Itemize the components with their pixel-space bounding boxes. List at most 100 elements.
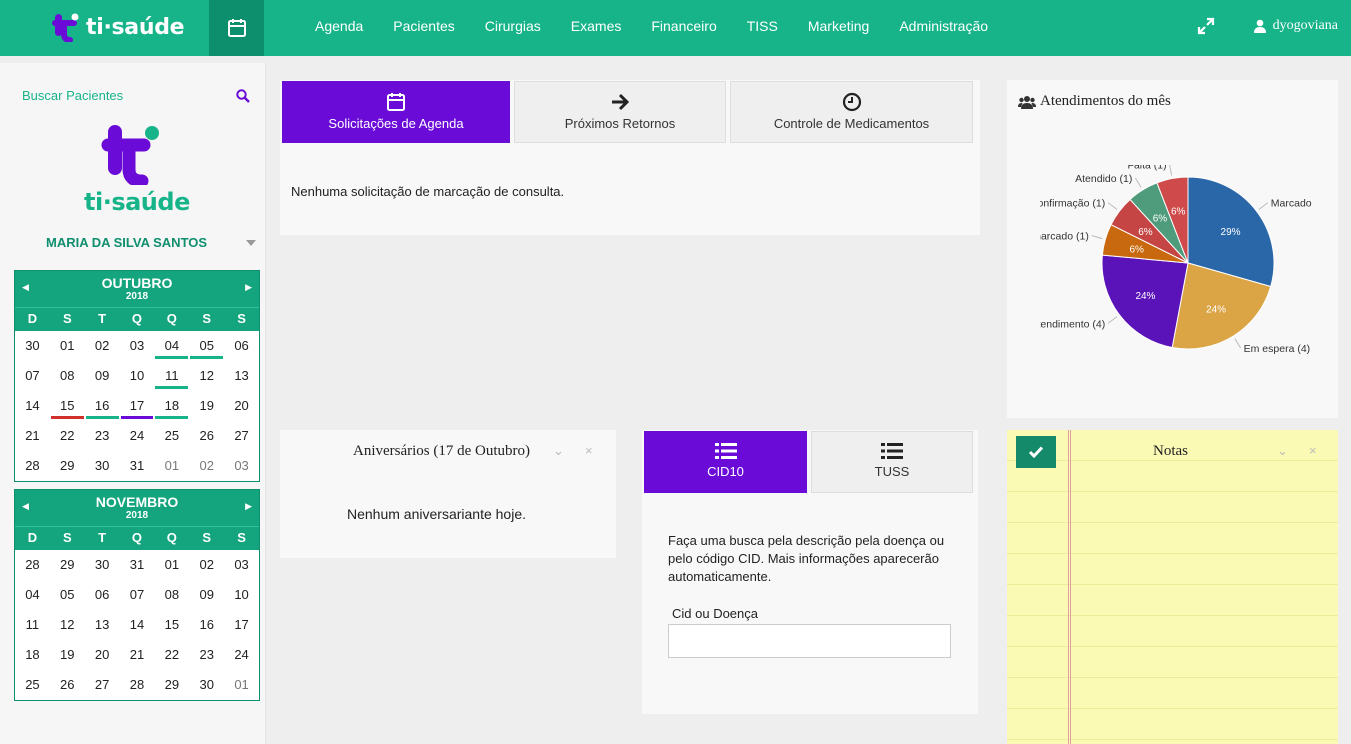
calendar-day[interactable]: 10 bbox=[120, 361, 155, 391]
calendar-day[interactable]: 06 bbox=[224, 331, 259, 361]
next-month-icon[interactable]: ▶ bbox=[245, 501, 252, 512]
calendar-day[interactable]: 03 bbox=[224, 451, 259, 481]
calendar-day[interactable]: 04 bbox=[154, 331, 189, 361]
search-label[interactable]: Buscar Pacientes bbox=[22, 88, 123, 103]
calendar-day[interactable]: 01 bbox=[224, 670, 259, 700]
calendar-day[interactable]: 09 bbox=[189, 580, 224, 610]
save-note-button[interactable] bbox=[1016, 436, 1056, 468]
calendar-day[interactable]: 20 bbox=[224, 391, 259, 421]
calendar-day[interactable]: 19 bbox=[189, 391, 224, 421]
calendar-day[interactable]: 28 bbox=[120, 670, 155, 700]
calendar-day[interactable]: 01 bbox=[154, 550, 189, 580]
calendar-day[interactable]: 13 bbox=[224, 361, 259, 391]
calendar-day[interactable]: 28 bbox=[15, 550, 50, 580]
user-menu[interactable]: dyogoviana bbox=[1253, 18, 1338, 34]
tab-cid10[interactable]: CID10 bbox=[644, 431, 807, 493]
calendar-day[interactable]: 08 bbox=[154, 580, 189, 610]
patient-selector[interactable]: MARIA DA SILVA SANTOS bbox=[46, 235, 256, 250]
calendar-day[interactable]: 17 bbox=[120, 391, 155, 421]
calendar-day[interactable]: 19 bbox=[50, 640, 85, 670]
calendar-day[interactable]: 01 bbox=[50, 331, 85, 361]
calendar-day[interactable]: 23 bbox=[85, 421, 120, 451]
calendar-day[interactable]: 22 bbox=[154, 640, 189, 670]
nav-item-marketing[interactable]: Marketing bbox=[793, 0, 884, 52]
calendar-day[interactable]: 05 bbox=[50, 580, 85, 610]
calendar-day[interactable]: 15 bbox=[50, 391, 85, 421]
calendar-day[interactable]: 02 bbox=[85, 331, 120, 361]
calendar-day[interactable]: 28 bbox=[15, 451, 50, 481]
calendar-day[interactable]: 03 bbox=[224, 550, 259, 580]
calendar-day[interactable]: 23 bbox=[189, 640, 224, 670]
calendar-day[interactable]: 31 bbox=[120, 550, 155, 580]
calendar-day[interactable]: 17 bbox=[224, 610, 259, 640]
nav-item-pacientes[interactable]: Pacientes bbox=[378, 0, 469, 52]
calendar-day[interactable]: 12 bbox=[189, 361, 224, 391]
close-icon[interactable]: × bbox=[1309, 443, 1317, 458]
calendar-day[interactable]: 18 bbox=[154, 391, 189, 421]
calendar-day[interactable]: 18 bbox=[15, 640, 50, 670]
nav-item-exames[interactable]: Exames bbox=[556, 0, 637, 52]
calendar-day[interactable]: 21 bbox=[15, 421, 50, 451]
calendar-day[interactable]: 05 bbox=[189, 331, 224, 361]
caret-down-icon[interactable] bbox=[246, 239, 256, 246]
search-icon[interactable] bbox=[236, 88, 250, 103]
calendar-day[interactable]: 31 bbox=[120, 451, 155, 481]
calendar-day[interactable]: 01 bbox=[154, 451, 189, 481]
calendar-day[interactable]: 07 bbox=[15, 361, 50, 391]
brand-logo[interactable]: ti·saúde bbox=[52, 10, 185, 44]
calendar-day[interactable]: 16 bbox=[85, 391, 120, 421]
calendar-day[interactable]: 09 bbox=[85, 361, 120, 391]
calendar-day[interactable]: 26 bbox=[189, 421, 224, 451]
nav-item-financeiro[interactable]: Financeiro bbox=[636, 0, 731, 52]
calendar-day[interactable]: 30 bbox=[15, 331, 50, 361]
calendar-day[interactable]: 25 bbox=[15, 670, 50, 700]
prev-month-icon[interactable]: ◀ bbox=[22, 501, 29, 512]
calendar-day[interactable]: 14 bbox=[120, 610, 155, 640]
calendar-day[interactable]: 20 bbox=[85, 640, 120, 670]
calendar-day[interactable]: 15 bbox=[154, 610, 189, 640]
next-month-icon[interactable]: ▶ bbox=[245, 282, 252, 293]
calendar-day[interactable]: 27 bbox=[85, 670, 120, 700]
cid-search-input[interactable] bbox=[668, 624, 951, 658]
calendar-day[interactable]: 30 bbox=[85, 451, 120, 481]
calendar-day[interactable]: 11 bbox=[15, 610, 50, 640]
tab-solicitacoes[interactable]: Solicitações de Agenda bbox=[282, 81, 510, 143]
calendar-day[interactable]: 06 bbox=[85, 580, 120, 610]
tab-tuss[interactable]: TUSS bbox=[811, 431, 973, 493]
calendar-day[interactable]: 30 bbox=[85, 550, 120, 580]
calendar-day[interactable]: 02 bbox=[189, 451, 224, 481]
calendar-day[interactable]: 08 bbox=[50, 361, 85, 391]
calendar-day[interactable]: 03 bbox=[120, 331, 155, 361]
calendar-day[interactable]: 26 bbox=[50, 670, 85, 700]
calendar-day[interactable]: 30 bbox=[189, 670, 224, 700]
nav-item-administra-o[interactable]: Administração bbox=[884, 0, 1003, 52]
tab-proximos-retornos[interactable]: Próximos Retornos bbox=[514, 81, 726, 143]
calendar-day[interactable]: 02 bbox=[189, 550, 224, 580]
collapse-icon[interactable]: ⌄ bbox=[553, 443, 564, 459]
calendar-day[interactable]: 24 bbox=[120, 421, 155, 451]
calendar-day[interactable]: 12 bbox=[50, 610, 85, 640]
calendar-day[interactable]: 10 bbox=[224, 580, 259, 610]
nav-item-agenda[interactable]: Agenda bbox=[300, 0, 378, 52]
calendar-day[interactable]: 21 bbox=[120, 640, 155, 670]
tab-controle-medicamentos[interactable]: Controle de Medicamentos bbox=[730, 81, 973, 143]
calendar-day[interactable]: 07 bbox=[120, 580, 155, 610]
calendar-day[interactable]: 14 bbox=[15, 391, 50, 421]
calendar-day[interactable]: 25 bbox=[154, 421, 189, 451]
close-icon[interactable]: × bbox=[585, 443, 593, 458]
patient-search[interactable]: Buscar Pacientes bbox=[22, 88, 250, 103]
calendar-day[interactable]: 16 bbox=[189, 610, 224, 640]
nav-item-tiss[interactable]: TISS bbox=[732, 0, 793, 52]
calendar-day[interactable]: 22 bbox=[50, 421, 85, 451]
prev-month-icon[interactable]: ◀ bbox=[22, 282, 29, 293]
fullscreen-icon[interactable] bbox=[1197, 16, 1217, 36]
calendar-day[interactable]: 29 bbox=[50, 451, 85, 481]
nav-item-cirurgias[interactable]: Cirurgias bbox=[470, 0, 556, 52]
calendar-day[interactable]: 24 bbox=[224, 640, 259, 670]
calendar-day[interactable]: 29 bbox=[50, 550, 85, 580]
calendar-button[interactable] bbox=[209, 0, 264, 56]
calendar-day[interactable]: 27 bbox=[224, 421, 259, 451]
collapse-icon[interactable]: ⌄ bbox=[1277, 443, 1288, 459]
calendar-day[interactable]: 11 bbox=[154, 361, 189, 391]
calendar-day[interactable]: 04 bbox=[15, 580, 50, 610]
